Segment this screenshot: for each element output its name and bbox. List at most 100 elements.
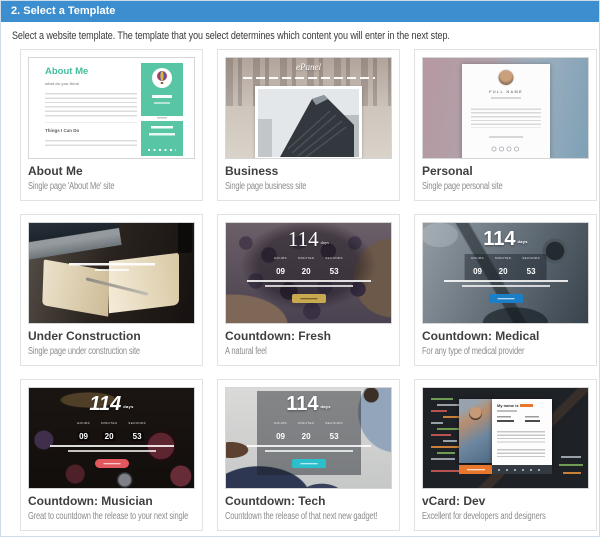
days-value: 114	[483, 228, 515, 250]
unit-value: 53	[131, 432, 144, 441]
profile-name: FULL NAME	[462, 89, 550, 94]
template-subtitle: For any type of medical provider	[422, 346, 589, 358]
card-caption: Countdown: Tech Countdown the release of…	[225, 489, 392, 523]
template-thumbnail-under-construction	[28, 222, 195, 324]
sidebar-card	[141, 121, 183, 156]
countdown-minutes: minutes20	[101, 421, 117, 444]
placeholder-columns	[497, 416, 545, 424]
unit-label: hours	[77, 421, 90, 425]
unit-value: 53	[330, 432, 339, 441]
template-title: Countdown: Medical	[422, 330, 589, 343]
countdown-units: hours09 minutes20 seconds53	[464, 254, 547, 281]
template-thumbnail-countdown-fresh: 114days hours09 minutes20 seconds53	[225, 222, 392, 324]
template-title: Countdown: Tech	[225, 495, 392, 508]
unit-value: 53	[527, 267, 536, 276]
thumb-brand: ePanel	[226, 62, 391, 72]
countdown-minutes: minutes 20	[298, 421, 314, 444]
card-caption: Under Construction Single page under con…	[28, 324, 195, 358]
unit-label: hours	[274, 421, 287, 425]
social-icons	[491, 146, 521, 152]
panel-description: Select a website template. The template …	[1, 22, 599, 49]
unit-label: minutes	[101, 421, 117, 425]
countdown-hours: hours09	[471, 256, 484, 279]
building-graphic	[258, 89, 359, 157]
template-subtitle-text: Single page personal site	[422, 181, 502, 193]
unit-label: hours	[274, 256, 287, 260]
template-card-personal[interactable]: FULL NAME Personal Single page personal …	[414, 49, 597, 201]
countdown-days: 114days	[226, 394, 391, 414]
template-card-business[interactable]: ePanel Business Single page business sit…	[217, 49, 400, 201]
template-card-under-construction[interactable]: Under Construction Single page under con…	[20, 214, 203, 366]
unit-value: 09	[276, 267, 285, 276]
unit-label: hours	[471, 256, 484, 260]
template-card-countdown-fresh[interactable]: 114days hours09 minutes20 seconds53 Coun…	[217, 214, 400, 366]
sidebar-card	[141, 63, 183, 116]
laptop-graphic	[28, 222, 122, 261]
unit-value: 20	[302, 432, 311, 441]
thumb-tagline: what do you think	[45, 81, 79, 86]
template-grid: About Me what do you think Things I Can …	[20, 49, 599, 531]
panel-header: 2. Select a Template	[1, 1, 599, 22]
placeholder-link	[141, 117, 183, 119]
template-title: About Me	[28, 165, 195, 178]
unit-value: 09	[77, 432, 90, 441]
placeholder-text	[66, 263, 158, 273]
countdown-seconds: seconds53	[325, 256, 343, 279]
hot-air-balloon-icon	[156, 71, 168, 85]
template-title: Business	[225, 165, 392, 178]
template-title: Countdown: Musician	[28, 495, 195, 508]
template-card-about-me[interactable]: About Me what do you think Things I Can …	[20, 49, 203, 201]
unit-value: 09	[276, 432, 285, 441]
template-subtitle: Excellent for developers and designers	[422, 511, 589, 523]
template-title: vCard: Dev	[422, 495, 589, 508]
template-subtitle: Countdown the release of that next new g…	[225, 511, 392, 523]
template-subtitle-text: For any type of medical provider	[422, 346, 524, 358]
avatar	[499, 70, 514, 85]
placeholder-text-lines	[45, 90, 137, 117]
days-label: days	[123, 404, 133, 409]
template-subtitle-text: Single page 'About Me' site	[28, 181, 114, 193]
placeholder-text	[50, 445, 174, 453]
unit-label: minutes	[298, 421, 314, 425]
placeholder-nav	[243, 77, 375, 79]
countdown-days: 114days	[29, 394, 194, 414]
placeholder-text-lines	[471, 106, 541, 128]
days-value: 114	[89, 393, 121, 415]
developer-photo	[459, 399, 492, 463]
unit-value: 53	[330, 267, 339, 276]
countdown-units: hours 09 minutes20 seconds 53	[77, 421, 146, 444]
countdown-minutes: minutes20	[495, 256, 511, 279]
countdown-units: hours09 minutes20 seconds53	[274, 256, 343, 279]
template-subtitle: Single page business site	[225, 181, 392, 193]
unit-label: seconds	[128, 421, 146, 425]
notify-button-preview	[292, 294, 326, 303]
days-value: 114	[286, 393, 318, 415]
template-subtitle-text: Great to countdown the release to your n…	[28, 511, 188, 523]
template-card-countdown-tech[interactable]: 114days hours 09 minutes 20 seconds 53 Coun…	[217, 379, 400, 531]
unit-value: 20	[499, 267, 508, 276]
card-caption: vCard: Dev Excellent for developers and …	[422, 489, 589, 523]
unit-label: seconds	[325, 421, 343, 425]
template-card-countdown-musician[interactable]: 114days hours 09 minutes20 seconds 53 Coun…	[20, 379, 203, 531]
countdown-hours: hours 09	[274, 256, 287, 279]
social-icons-bar	[492, 465, 552, 474]
template-thumbnail-countdown-tech: 114days hours 09 minutes 20 seconds 53	[225, 387, 392, 489]
card-caption: About Me Single page 'About Me' site	[28, 159, 195, 193]
name-accent-bar	[520, 404, 533, 408]
thumb-heading: About Me	[45, 66, 88, 77]
divider	[45, 122, 137, 123]
template-title: Countdown: Fresh	[225, 330, 392, 343]
placeholder-text	[497, 410, 517, 412]
card-caption: Countdown: Musician Great to countdown t…	[28, 489, 195, 523]
template-thumbnail-personal: FULL NAME	[422, 57, 589, 159]
unit-value: 20	[302, 267, 311, 276]
template-card-vcard-dev[interactable]: My name is vCard: Dev Excellent for deve…	[414, 379, 597, 531]
template-card-countdown-medical[interactable]: 114days hours09 minutes20 seconds53 Coun…	[414, 214, 597, 366]
vcard-intro: My name is	[497, 403, 533, 408]
template-thumbnail-countdown-medical: 114days hours09 minutes20 seconds53	[422, 222, 589, 324]
placeholder-text	[247, 445, 371, 453]
template-thumbnail-about-me: About Me what do you think Things I Can …	[28, 57, 195, 159]
template-subtitle: Single page 'About Me' site	[28, 181, 195, 193]
placeholder-text-lines	[497, 447, 545, 458]
countdown-units: hours 09 minutes 20 seconds 53	[274, 421, 343, 444]
